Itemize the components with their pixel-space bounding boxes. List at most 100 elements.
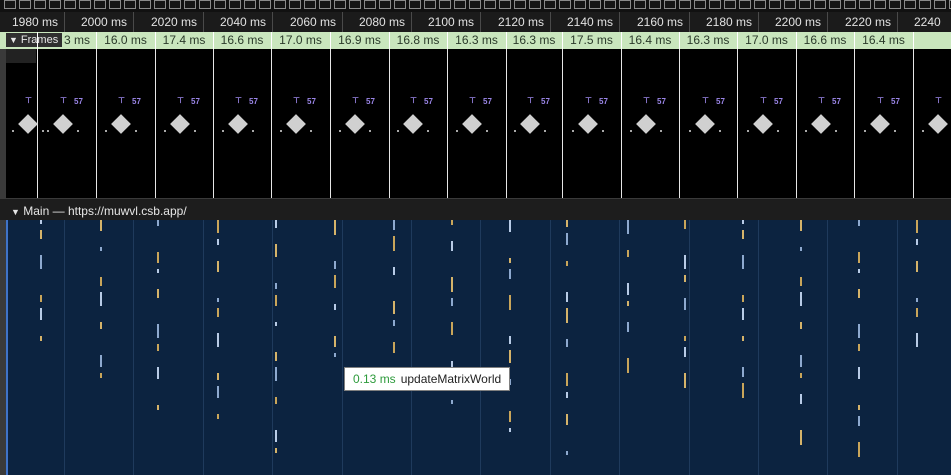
frame-marker-diamond[interactable] [520, 114, 540, 134]
flame-entry[interactable] [858, 269, 860, 273]
flame-entry[interactable] [100, 220, 102, 231]
flame-entry[interactable] [684, 298, 686, 310]
frame-marker-diamond[interactable] [228, 114, 248, 134]
flame-entry[interactable] [393, 301, 395, 314]
frame-marker-diamond[interactable] [18, 114, 38, 134]
flame-entry[interactable] [451, 241, 453, 251]
overview-frame-box[interactable] [904, 0, 916, 9]
flame-entry[interactable] [217, 333, 219, 347]
frame-duration[interactable]: 16.9 ms [330, 32, 389, 49]
overview-frame-box[interactable] [334, 0, 346, 9]
flame-entry[interactable] [858, 289, 860, 298]
flame-entry[interactable] [858, 416, 860, 426]
flame-entry[interactable] [509, 258, 511, 263]
frame-marker-diamond[interactable] [111, 114, 131, 134]
overview-frame-box[interactable] [364, 0, 376, 9]
flame-entry[interactable] [858, 442, 860, 457]
overview-frame-box[interactable] [169, 0, 181, 9]
flame-entry[interactable] [800, 430, 802, 445]
frame-marker-diamond[interactable] [753, 114, 773, 134]
frame-duration[interactable]: 17.4 ms [155, 32, 213, 49]
flame-entry[interactable] [800, 355, 802, 367]
flame-entry[interactable] [684, 373, 686, 388]
frame-duration[interactable]: 16.3 ms [506, 32, 562, 49]
overview-frame-box[interactable] [289, 0, 301, 9]
overview-frame-box[interactable] [154, 0, 166, 9]
flame-entry[interactable] [275, 283, 277, 289]
flame-entry[interactable] [509, 336, 511, 344]
overview-frame-box[interactable] [514, 0, 526, 9]
collapse-triangle-icon[interactable]: ▼ [9, 33, 18, 47]
flame-entry[interactable] [275, 448, 277, 453]
flame-entry[interactable] [509, 220, 511, 232]
flame-entry[interactable] [742, 336, 744, 341]
flame-entry[interactable] [100, 292, 102, 306]
flame-entry[interactable] [742, 220, 744, 224]
overview-frame-box[interactable] [184, 0, 196, 9]
flame-entry[interactable] [217, 308, 219, 317]
overview-frame-box[interactable] [79, 0, 91, 9]
frame-marker-diamond[interactable] [286, 114, 306, 134]
overview-frame-box[interactable] [304, 0, 316, 9]
flame-entry[interactable] [566, 308, 568, 323]
flame-entry[interactable] [916, 333, 918, 347]
flame-entry[interactable] [742, 367, 744, 377]
overview-frame-box[interactable] [19, 0, 31, 9]
overview-frame-box[interactable] [844, 0, 856, 9]
frame-marker-diamond[interactable] [462, 114, 482, 134]
flame-entry[interactable] [858, 405, 860, 410]
overview-frame-box[interactable] [589, 0, 601, 9]
overview-frame-box[interactable] [769, 0, 781, 9]
frame-duration[interactable]: 16.4 ms [854, 32, 913, 49]
flame-entry[interactable] [275, 322, 277, 326]
flame-entry[interactable] [40, 336, 42, 341]
overview-frame-box[interactable] [229, 0, 241, 9]
overview-frame-box[interactable] [559, 0, 571, 9]
frame-duration[interactable]: 16.3 ms [447, 32, 506, 49]
flame-entry[interactable] [566, 392, 568, 398]
frame-duration[interactable]: 16.8 ms [389, 32, 447, 49]
frames-track-header[interactable]: ▼ Frames [6, 33, 63, 47]
flame-entry[interactable] [100, 277, 102, 286]
overview-frame-box[interactable] [199, 0, 211, 9]
overview-frame-box[interactable] [394, 0, 406, 9]
frame-marker-diamond[interactable] [345, 114, 365, 134]
flame-entry[interactable] [684, 336, 686, 341]
flame-entry[interactable] [451, 277, 453, 292]
timeline-overview[interactable] [0, 0, 951, 12]
flame-entry[interactable] [742, 308, 744, 320]
frames-track-row[interactable]: ▼ Frames 3 ms 16.0 ms 17.4 ms 16.6 ms 17.0 m… [0, 32, 951, 49]
overview-frame-box[interactable] [709, 0, 721, 9]
flame-entry[interactable] [627, 220, 629, 234]
flame-entry[interactable] [800, 277, 802, 286]
flame-entry[interactable] [509, 350, 511, 363]
flame-entry[interactable] [627, 301, 629, 306]
flame-entry[interactable] [157, 269, 159, 273]
overview-frame-box[interactable] [664, 0, 676, 9]
frame-duration[interactable]: 16.6 ms [213, 32, 271, 49]
flame-entry[interactable] [157, 289, 159, 298]
flame-entry[interactable] [275, 352, 277, 361]
flame-entry[interactable] [742, 255, 744, 269]
overview-frame-box[interactable] [424, 0, 436, 9]
flame-entry[interactable] [916, 239, 918, 245]
flame-entry[interactable] [566, 233, 568, 245]
flame-entry[interactable] [627, 250, 629, 257]
flame-entry[interactable] [275, 397, 277, 404]
overview-frame-box[interactable] [454, 0, 466, 9]
flame-entry[interactable] [509, 269, 511, 279]
flame-entry[interactable] [800, 220, 802, 231]
flame-entry[interactable] [275, 367, 277, 381]
frame-marker-diamond[interactable] [870, 114, 890, 134]
overview-frame-box[interactable] [124, 0, 136, 9]
flame-entry[interactable] [157, 324, 159, 338]
flame-entry[interactable] [451, 322, 453, 335]
overview-frame-box[interactable] [544, 0, 556, 9]
overview-frame-box[interactable] [34, 0, 46, 9]
flame-entry[interactable] [742, 230, 744, 239]
flame-entry[interactable] [275, 295, 277, 306]
overview-frame-box[interactable] [484, 0, 496, 9]
flame-entry[interactable] [916, 220, 918, 233]
flame-entry[interactable] [509, 411, 511, 422]
flame-entry[interactable] [742, 295, 744, 302]
